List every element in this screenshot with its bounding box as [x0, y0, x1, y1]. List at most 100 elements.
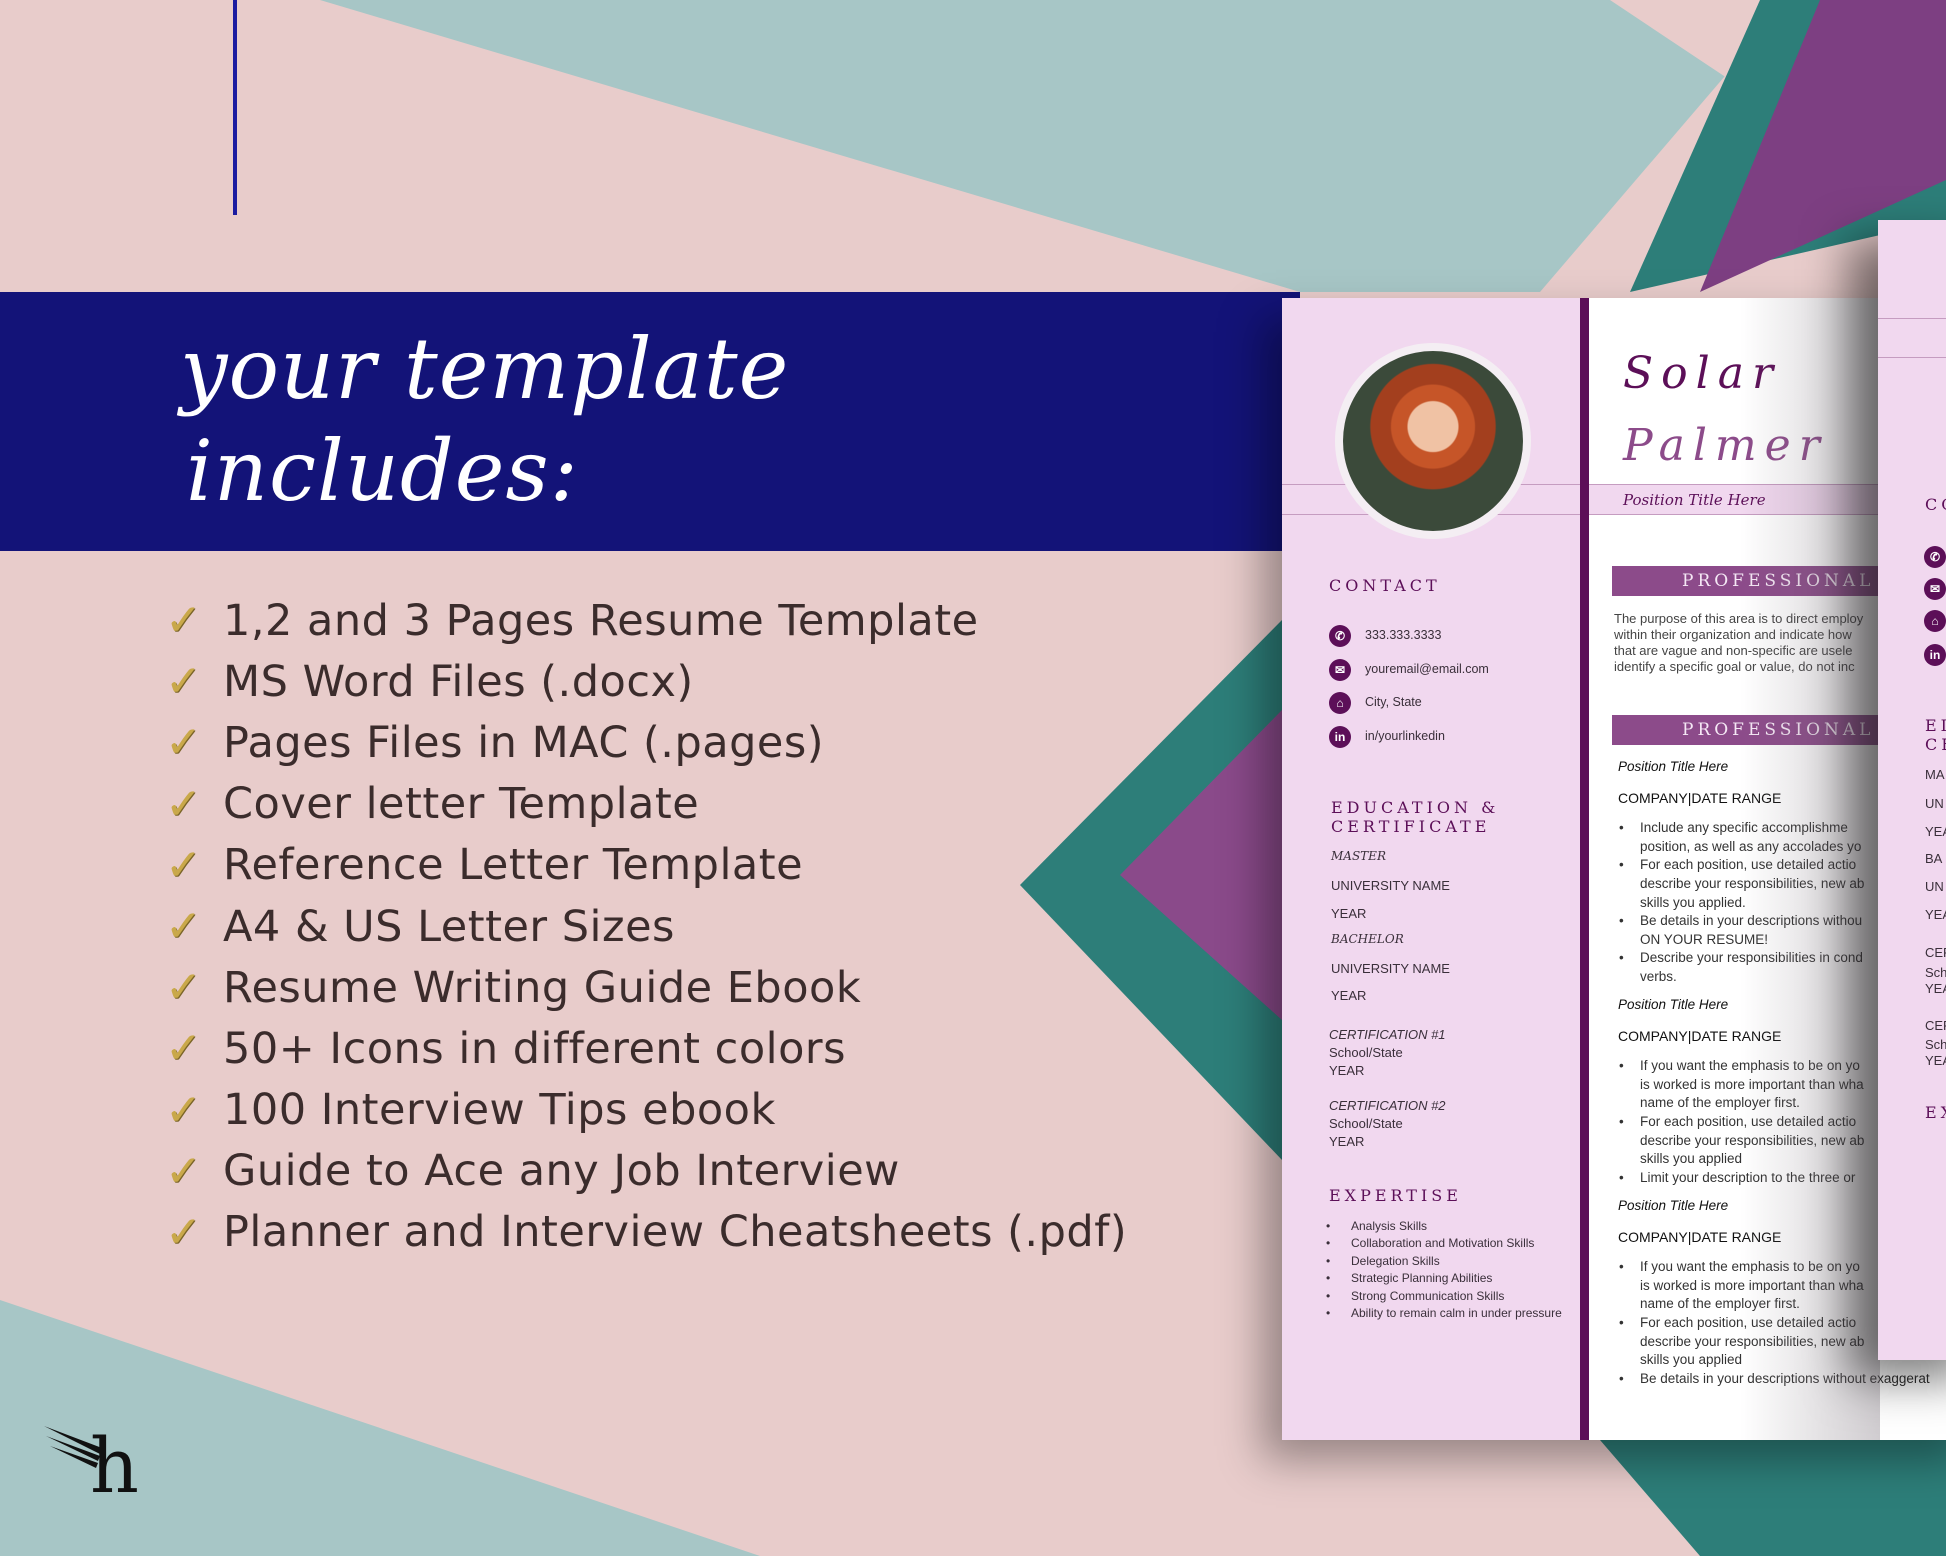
education-heading-line-2: CERTIFICATE	[1331, 817, 1491, 836]
feature-item: ✓ Reference Letter Template	[165, 835, 1127, 896]
heading: your template includes:	[180, 318, 789, 522]
check-icon: ✓	[165, 962, 202, 1014]
contact-home: City, State	[1365, 695, 1422, 709]
phone-icon: ✆	[1329, 625, 1351, 647]
accent-line	[233, 0, 237, 215]
linkedin-icon: in	[1924, 644, 1946, 666]
certification-2: CERTIFICATION #2 School/State YEAR	[1329, 1097, 1446, 1151]
profile-photo	[1335, 343, 1531, 539]
page2-text: CER	[1925, 1018, 1946, 1033]
education-heading-line-1: EI	[1925, 716, 1946, 735]
check-icon: ✓	[165, 901, 202, 953]
feature-label: Resume Writing Guide Ebook	[223, 962, 862, 1013]
heading-line-2: includes:	[186, 422, 579, 520]
feature-label: Reference Letter Template	[223, 840, 804, 891]
feature-label: MS Word Files (.docx)	[223, 656, 694, 707]
feature-item: ✓ Planner and Interview Cheatsheets (.pdf…	[165, 1202, 1127, 1263]
check-icon: ✓	[165, 595, 202, 647]
teal-band-top	[320, 0, 1790, 292]
cert-title: CERTIFICATION #1	[1329, 1027, 1446, 1042]
page2-text: MA	[1925, 767, 1945, 782]
check-icon: ✓	[165, 778, 202, 830]
page2-text: UN	[1925, 879, 1944, 894]
year-2: YEAR	[1331, 988, 1367, 1003]
expertise-item: Collaboration and Motivation Skills	[1326, 1235, 1562, 1253]
page2-text: BA	[1925, 851, 1943, 866]
logo-letter: h	[90, 1421, 139, 1498]
page2-text: YEA	[1925, 907, 1946, 922]
feature-list: ✓ 1,2 and 3 Pages Resume Template ✓ MS Word…	[165, 590, 1127, 1263]
heading-line-1: your template	[180, 320, 790, 418]
expertise-item: Analysis Skills	[1326, 1218, 1562, 1236]
feature-label: 1,2 and 3 Pages Resume Template	[223, 595, 979, 646]
expertise-item: Strategic Planning Abilities	[1326, 1270, 1562, 1288]
feature-item: ✓ MS Word Files (.docx)	[165, 651, 1127, 712]
home-icon: ⌂	[1329, 692, 1351, 714]
cert-school: School/State	[1329, 1116, 1403, 1131]
linkedin-icon: in	[1329, 726, 1351, 748]
feature-label: Cover letter Template	[223, 779, 700, 830]
check-icon: ✓	[165, 1084, 202, 1136]
check-icon: ✓	[165, 656, 202, 708]
feature-label: A4 & US Letter Sizes	[223, 901, 675, 952]
page2-text: UN	[1925, 796, 1944, 811]
feature-label: 100 Interview Tips ebook	[223, 1085, 776, 1136]
contact-phone: 333.333.3333	[1365, 628, 1442, 642]
feature-item: ✓ Cover letter Template	[165, 774, 1127, 835]
cert-year: YEAR	[1329, 1063, 1365, 1078]
page-shadow	[1740, 298, 1880, 1440]
expertise-heading: EXPERTISE	[1329, 1186, 1462, 1205]
teal-frame-bottom	[1600, 1440, 1946, 1556]
expertise-item: Strong Communication Skills	[1326, 1288, 1562, 1306]
certification-1: CERTIFICATION #1 School/State YEAR	[1329, 1026, 1446, 1080]
feature-label: Pages Files in MAC (.pages)	[223, 717, 825, 768]
page2-text: CER	[1925, 945, 1946, 960]
phone-icon: ✆	[1924, 546, 1946, 568]
feature-label: 50+ Icons in different colors	[223, 1023, 846, 1074]
education-heading: EI CE	[1925, 716, 1946, 754]
name-band	[1878, 318, 1946, 358]
contact-email: youremail@email.com	[1365, 662, 1489, 676]
university-2: UNIVERSITY NAME	[1331, 961, 1450, 976]
degree-master: MASTER	[1331, 849, 1386, 863]
contact-heading: CO	[1925, 495, 1946, 514]
feature-item: ✓ Guide to Ace any Job Interview	[165, 1141, 1127, 1202]
university-1: UNIVERSITY NAME	[1331, 878, 1450, 893]
year-1: YEAR	[1331, 906, 1367, 921]
email-icon: ✉	[1924, 578, 1946, 600]
expertise-heading: EX	[1925, 1103, 1946, 1122]
feature-item: ✓ 1,2 and 3 Pages Resume Template	[165, 590, 1127, 651]
resume-page-2: CO ✆ ✉ ⌂ in EI CE MAUNYEABAUNYEACERSchYE…	[1878, 220, 1946, 1360]
expertise-item: Ability to remain calm in under pressure	[1326, 1305, 1562, 1323]
feature-item: ✓ 100 Interview Tips ebook	[165, 1080, 1127, 1141]
feature-label: Planner and Interview Cheatsheets (.pdf)	[223, 1207, 1128, 1258]
cert-year: YEAR	[1329, 1134, 1365, 1149]
check-icon: ✓	[165, 1023, 202, 1075]
expertise-item: Delegation Skills	[1326, 1253, 1562, 1271]
feature-item: ✓ A4 & US Letter Sizes	[165, 896, 1127, 957]
feature-item: ✓ Pages Files in MAC (.pages)	[165, 712, 1127, 773]
page2-text: Sch	[1925, 1037, 1946, 1052]
check-icon: ✓	[165, 1145, 202, 1197]
page2-text: YEA	[1925, 1053, 1946, 1068]
cert-school: School/State	[1329, 1045, 1403, 1060]
education-heading-line-2: CE	[1925, 735, 1946, 754]
cert-title: CERTIFICATION #2	[1329, 1098, 1446, 1113]
check-icon: ✓	[165, 717, 202, 769]
page2-text: YEA	[1925, 981, 1946, 996]
check-icon: ✓	[165, 1206, 202, 1258]
contact-linkedin: in/yourlinkedin	[1365, 729, 1445, 743]
education-heading-line-1: EDUCATION &	[1331, 798, 1500, 817]
feature-item: ✓ 50+ Icons in different colors	[165, 1018, 1127, 1079]
degree-bachelor: BACHELOR	[1331, 932, 1404, 946]
education-heading: EDUCATION & CERTIFICATE	[1331, 798, 1499, 836]
brand-logo: h	[44, 1421, 139, 1498]
home-icon: ⌂	[1924, 610, 1946, 632]
check-icon: ✓	[165, 839, 202, 891]
email-icon: ✉	[1329, 659, 1351, 681]
feature-item: ✓ Resume Writing Guide Ebook	[165, 957, 1127, 1018]
contact-heading: CONTACT	[1329, 576, 1441, 595]
page2-text: YEA	[1925, 824, 1946, 839]
feature-label: Guide to Ace any Job Interview	[223, 1146, 900, 1197]
column-divider	[1580, 298, 1589, 1440]
